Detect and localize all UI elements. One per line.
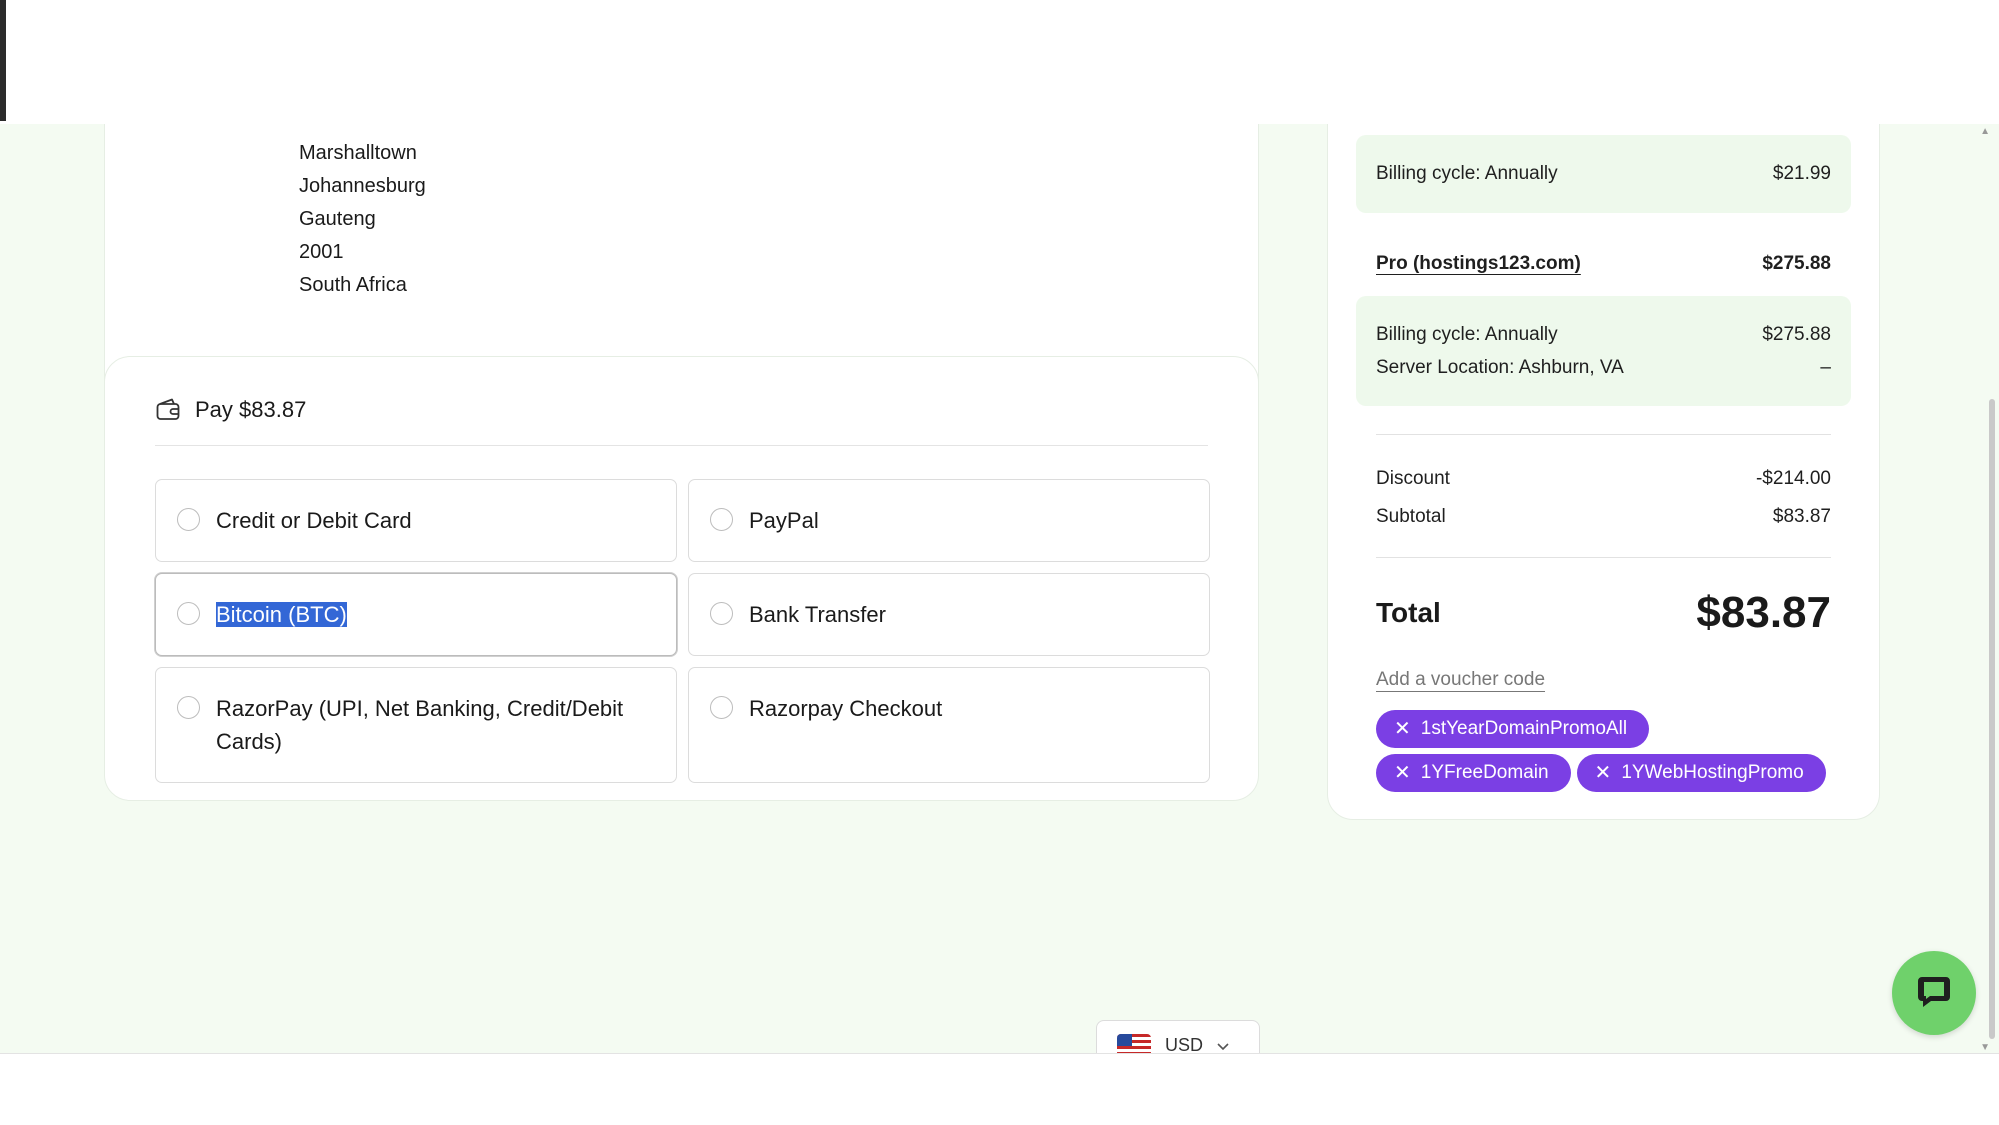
address-line: Gauteng	[299, 208, 376, 230]
radio-button[interactable]	[710, 696, 733, 719]
divider	[1376, 557, 1831, 558]
address-line: South Africa	[299, 274, 407, 296]
payment-title: Pay $83.87	[195, 397, 307, 422]
payment-method-label: Razorpay Checkout	[749, 696, 943, 721]
scroll-up-arrow-icon[interactable]: ▲	[1980, 126, 1990, 137]
divider	[155, 445, 1208, 446]
browser-bottom-area	[0, 1053, 1999, 1125]
radio-button[interactable]	[177, 508, 200, 531]
promo-code: 1YFreeDomain	[1420, 762, 1549, 783]
promo-chip[interactable]: ✕ 1stYearDomainPromoAll	[1376, 710, 1650, 748]
payment-method-card[interactable]: Credit or Debit Card	[155, 479, 677, 562]
product-name-link[interactable]: Pro (hostings123.com)	[1376, 253, 1581, 275]
checkout-page[interactable]: Marshalltown Johannesburg Gauteng 2001 S…	[0, 124, 1999, 1053]
discount-label: Discount	[1376, 468, 1450, 489]
total-label: Total	[1376, 597, 1441, 628]
billing-cycle-label: Billing cycle: Annually	[1376, 163, 1558, 184]
close-icon[interactable]: ✕	[1394, 719, 1411, 739]
total-row: Total $83.87	[1376, 583, 1831, 643]
browser-top-area	[0, 0, 1999, 124]
payment-method-paypal[interactable]: PayPal	[688, 479, 1210, 562]
billing-address: Marshalltown Johannesburg Gauteng 2001 S…	[299, 137, 426, 302]
scroll-down-arrow-icon[interactable]: ▼	[1980, 1042, 1990, 1053]
payment-method-razorpay-checkout[interactable]: Razorpay Checkout	[688, 667, 1210, 783]
billing-cycle-value: $21.99	[1772, 163, 1831, 184]
currency-selector[interactable]: USD	[1096, 1020, 1260, 1053]
payment-method-bank-transfer[interactable]: Bank Transfer	[688, 573, 1210, 656]
address-line: 2001	[299, 241, 344, 263]
radio-button[interactable]	[177, 602, 200, 625]
us-flag-icon	[1117, 1034, 1151, 1053]
address-line: Johannesburg	[299, 175, 426, 197]
server-location-row: Server Location: Ashburn, VA –	[1376, 357, 1831, 379]
billing-cycle-value: $275.88	[1762, 324, 1831, 345]
close-icon[interactable]: ✕	[1394, 763, 1411, 783]
payment-card: Pay $83.87 Credit or Debit Card PayPal B…	[104, 356, 1259, 801]
payment-method-label: Bitcoin (BTC)	[216, 602, 347, 627]
payment-methods: Credit or Debit Card PayPal Bitcoin (BTC…	[155, 479, 1210, 783]
payment-method-bitcoin[interactable]: Bitcoin (BTC)	[155, 573, 677, 656]
server-location-label: Server Location: Ashburn, VA	[1376, 357, 1624, 378]
subtotal-value: $83.87	[1772, 506, 1831, 527]
payment-method-razorpay[interactable]: RazorPay (UPI, Net Banking, Credit/Debit…	[155, 667, 677, 783]
wallet-icon	[155, 397, 181, 423]
currency-value: USD	[1165, 1034, 1204, 1054]
billing-cycle-row: Billing cycle: Annually $275.88	[1376, 324, 1831, 346]
total-value: $83.87	[1696, 588, 1831, 637]
payment-method-label: Credit or Debit Card	[216, 508, 412, 533]
product-row: Pro (hostings123.com) $275.88	[1376, 253, 1831, 275]
divider	[1376, 434, 1831, 435]
chevron-down-icon	[1217, 1035, 1229, 1054]
promo-codes: ✕ 1stYearDomainPromoAll ✕ 1YFreeDomain ✕…	[1376, 710, 1846, 792]
payment-header: Pay $83.87	[155, 393, 306, 427]
payment-method-label: Bank Transfer	[749, 602, 886, 627]
discount-value: -$214.00	[1755, 468, 1831, 489]
billing-cycle-label: Billing cycle: Annually	[1376, 324, 1558, 345]
billing-cycle-row: Billing cycle: Annually $21.99	[1376, 163, 1831, 185]
subtotal-row: Subtotal $83.87	[1376, 506, 1831, 528]
promo-code: 1stYearDomainPromoAll	[1420, 718, 1628, 739]
payment-method-label: RazorPay (UPI, Net Banking, Credit/Debit…	[216, 696, 624, 754]
item-details-box	[1356, 296, 1851, 406]
radio-button[interactable]	[710, 602, 733, 625]
chat-icon	[1914, 971, 1954, 1016]
subtotal-label: Subtotal	[1376, 506, 1446, 527]
promo-chip[interactable]: ✕ 1YFreeDomain	[1376, 754, 1571, 792]
discount-row: Discount -$214.00	[1376, 468, 1831, 490]
server-location-value: –	[1820, 357, 1831, 378]
product-price: $275.88	[1762, 253, 1831, 274]
chat-button[interactable]	[1892, 951, 1976, 1035]
radio-button[interactable]	[177, 696, 200, 719]
close-icon[interactable]: ✕	[1595, 763, 1612, 783]
scrollbar-thumb[interactable]	[1989, 399, 1995, 1039]
order-summary-card: Billing cycle: Annually $21.99 Pro (host…	[1327, 124, 1880, 820]
promo-chip[interactable]: ✕ 1YWebHostingPromo	[1576, 754, 1826, 792]
address-line: Marshalltown	[299, 142, 417, 164]
window-edge	[0, 0, 6, 121]
promo-code: 1YWebHostingPromo	[1621, 762, 1804, 783]
payment-method-label: PayPal	[749, 508, 819, 533]
add-voucher-link[interactable]: Add a voucher code	[1376, 669, 1545, 691]
radio-button[interactable]	[710, 508, 733, 531]
